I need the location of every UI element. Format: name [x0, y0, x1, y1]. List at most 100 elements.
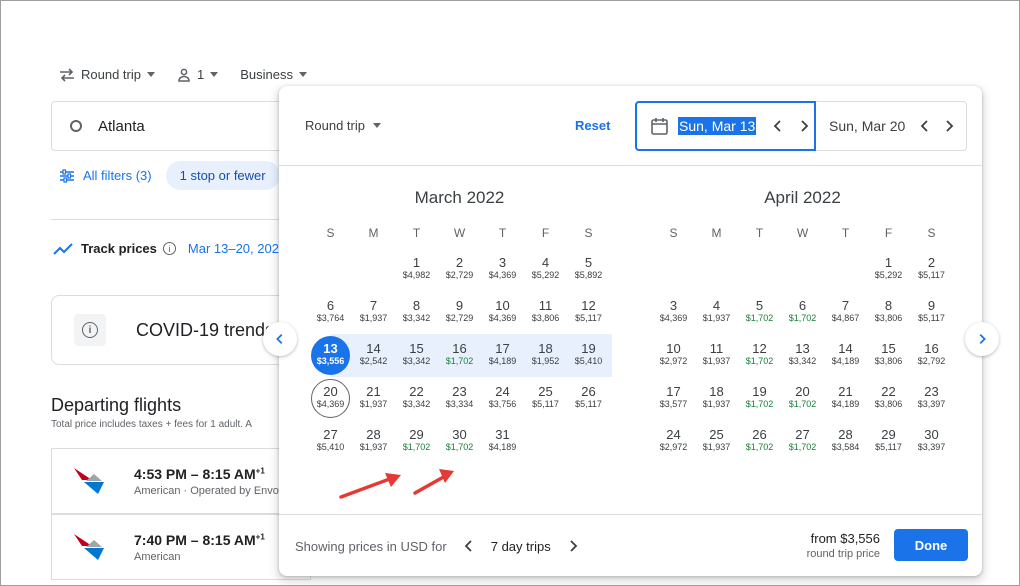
calendar-day[interactable]: 4 $1,937: [695, 291, 738, 334]
calendar-day[interactable]: 4 $5,292: [524, 248, 567, 291]
calendar-day[interactable]: 21 $4,189: [824, 377, 867, 420]
calendar-day[interactable]: 11 $3,806: [524, 291, 567, 334]
chevron-left-icon[interactable]: [461, 538, 477, 554]
calendar-day[interactable]: 23 $3,397: [910, 377, 953, 420]
calendar-day[interactable]: 27 $1,702: [781, 420, 824, 463]
calendar-day[interactable]: 17 $4,189: [481, 334, 524, 377]
flight-row[interactable]: 4:53 PM – 8:15 AM+1 American · Operated …: [51, 448, 311, 514]
next-month-button[interactable]: [965, 322, 999, 356]
calendar-day[interactable]: 2 $2,729: [438, 248, 481, 291]
search-options-row: Round trip 1 Business: [59, 67, 329, 82]
calendar-day[interactable]: 11 $1,937: [695, 334, 738, 377]
day-price: $1,702: [745, 356, 774, 366]
calendar-day[interactable]: 25 $1,937: [695, 420, 738, 463]
calendar-day[interactable]: 5 $1,702: [738, 291, 781, 334]
day-number: 12: [752, 341, 767, 356]
calendar-day[interactable]: 12 $1,702: [738, 334, 781, 377]
calendar-day[interactable]: 28 $1,937: [352, 420, 395, 463]
calendar-day[interactable]: 23 $3,334: [438, 377, 481, 420]
origin-input[interactable]: Atlanta: [51, 101, 311, 151]
calendar-day[interactable]: 20 $1,702: [781, 377, 824, 420]
calendar-day[interactable]: 13 $3,556: [309, 334, 352, 377]
passenger-count: 1: [196, 67, 205, 82]
calendar-day[interactable]: 1 $5,292: [867, 248, 910, 291]
day-price: $3,584: [831, 442, 860, 452]
calendar-day[interactable]: 3 $4,369: [481, 248, 524, 291]
calendar-day[interactable]: 30 $3,397: [910, 420, 953, 463]
calendar-day[interactable]: 26 $5,117: [567, 377, 610, 420]
chevron-left-icon[interactable]: [770, 118, 786, 134]
calendar-day[interactable]: 1 $4,982: [395, 248, 438, 291]
chevron-right-icon[interactable]: [565, 538, 581, 554]
all-filters-button[interactable]: All filters (3): [83, 168, 152, 183]
calendar-day[interactable]: 15 $3,806: [867, 334, 910, 377]
departing-subtitle: Total price includes taxes + fees for 1 …: [51, 419, 252, 430]
departure-date-input[interactable]: Sun, Mar 13: [635, 101, 816, 151]
calendar-day[interactable]: 18 $1,952: [524, 334, 567, 377]
from-price-value: from $3,556: [810, 531, 880, 546]
calendar-day[interactable]: 6 $3,764: [309, 291, 352, 334]
dialog-trip-type-select[interactable]: Round trip: [305, 118, 381, 133]
flight-row[interactable]: 7:40 PM – 8:15 AM+1 American: [51, 514, 311, 580]
calendar-day[interactable]: 22 $3,342: [395, 377, 438, 420]
calendar-day[interactable]: 22 $3,806: [867, 377, 910, 420]
calendar-day[interactable]: 3 $4,369: [652, 291, 695, 334]
calendar-day[interactable]: 21 $1,937: [352, 377, 395, 420]
calendar-day[interactable]: 31 $4,189: [481, 420, 524, 463]
day-number: 28: [366, 427, 381, 442]
calendar-day[interactable]: 6 $1,702: [781, 291, 824, 334]
calendar-day[interactable]: 24 $3,756: [481, 377, 524, 420]
calendar-day[interactable]: 19 $5,410: [567, 334, 610, 377]
departure-date-value: Sun, Mar 13: [678, 117, 757, 135]
calendar-day[interactable]: 17 $3,577: [652, 377, 695, 420]
info-icon[interactable]: i: [162, 242, 176, 255]
calendar-day[interactable]: 16 $1,702: [438, 334, 481, 377]
chevron-left-icon[interactable]: [917, 118, 933, 134]
day-price: $1,937: [702, 399, 731, 409]
day-price: $2,972: [659, 442, 688, 452]
reset-button[interactable]: Reset: [575, 118, 610, 133]
chevron-right-icon: [979, 334, 986, 344]
calendar-day[interactable]: 12 $5,117: [567, 291, 610, 334]
previous-month-button[interactable]: [263, 322, 297, 356]
calendar-day[interactable]: 14 $2,542: [352, 334, 395, 377]
chevron-right-icon[interactable]: [796, 118, 812, 134]
calendar-day[interactable]: 15 $3,342: [395, 334, 438, 377]
calendar-day[interactable]: 28 $3,584: [824, 420, 867, 463]
calendar-day[interactable]: 27 $5,410: [309, 420, 352, 463]
calendar-day[interactable]: 16 $2,792: [910, 334, 953, 377]
covid-title: COVID-19 trends: [136, 319, 275, 340]
calendar-day[interactable]: 29 $1,702: [395, 420, 438, 463]
calendar-day[interactable]: 20 $4,369: [309, 377, 352, 420]
calendar-day[interactable]: 9 $2,729: [438, 291, 481, 334]
calendar-day[interactable]: 5 $5,892: [567, 248, 610, 291]
calendar-day[interactable]: 25 $5,117: [524, 377, 567, 420]
calendar-day[interactable]: 26 $1,702: [738, 420, 781, 463]
calendar-day[interactable]: 30 $1,702: [438, 420, 481, 463]
calendar-day[interactable]: 18 $1,937: [695, 377, 738, 420]
calendar-day[interactable]: 8 $3,806: [867, 291, 910, 334]
calendar-day[interactable]: 9 $5,117: [910, 291, 953, 334]
calendar-day[interactable]: 10 $4,369: [481, 291, 524, 334]
stops-filter-chip[interactable]: 1 stop or fewer: [165, 161, 280, 190]
calendar-day[interactable]: 7 $1,937: [352, 291, 395, 334]
return-date-input[interactable]: Sun, Mar 20: [816, 101, 967, 151]
chevron-right-icon[interactable]: [941, 118, 957, 134]
calendar-day[interactable]: 8 $3,342: [395, 291, 438, 334]
day-number: 20: [795, 384, 810, 399]
cabin-select[interactable]: Business: [240, 67, 307, 82]
trend-line-icon: [53, 242, 73, 255]
done-button[interactable]: Done: [894, 529, 968, 561]
track-dates[interactable]: Mar 13–20, 2022: [188, 241, 286, 256]
day-number: 24: [666, 427, 681, 442]
calendar-day[interactable]: 7 $4,867: [824, 291, 867, 334]
calendar-day[interactable]: 10 $2,972: [652, 334, 695, 377]
trip-type-select[interactable]: Round trip: [59, 67, 155, 82]
calendar-day[interactable]: 13 $3,342: [781, 334, 824, 377]
passenger-select[interactable]: 1: [177, 67, 219, 82]
calendar-day[interactable]: 19 $1,702: [738, 377, 781, 420]
calendar-day[interactable]: 2 $5,117: [910, 248, 953, 291]
calendar-day[interactable]: 14 $4,189: [824, 334, 867, 377]
calendar-day[interactable]: 29 $5,117: [867, 420, 910, 463]
calendar-day[interactable]: 24 $2,972: [652, 420, 695, 463]
